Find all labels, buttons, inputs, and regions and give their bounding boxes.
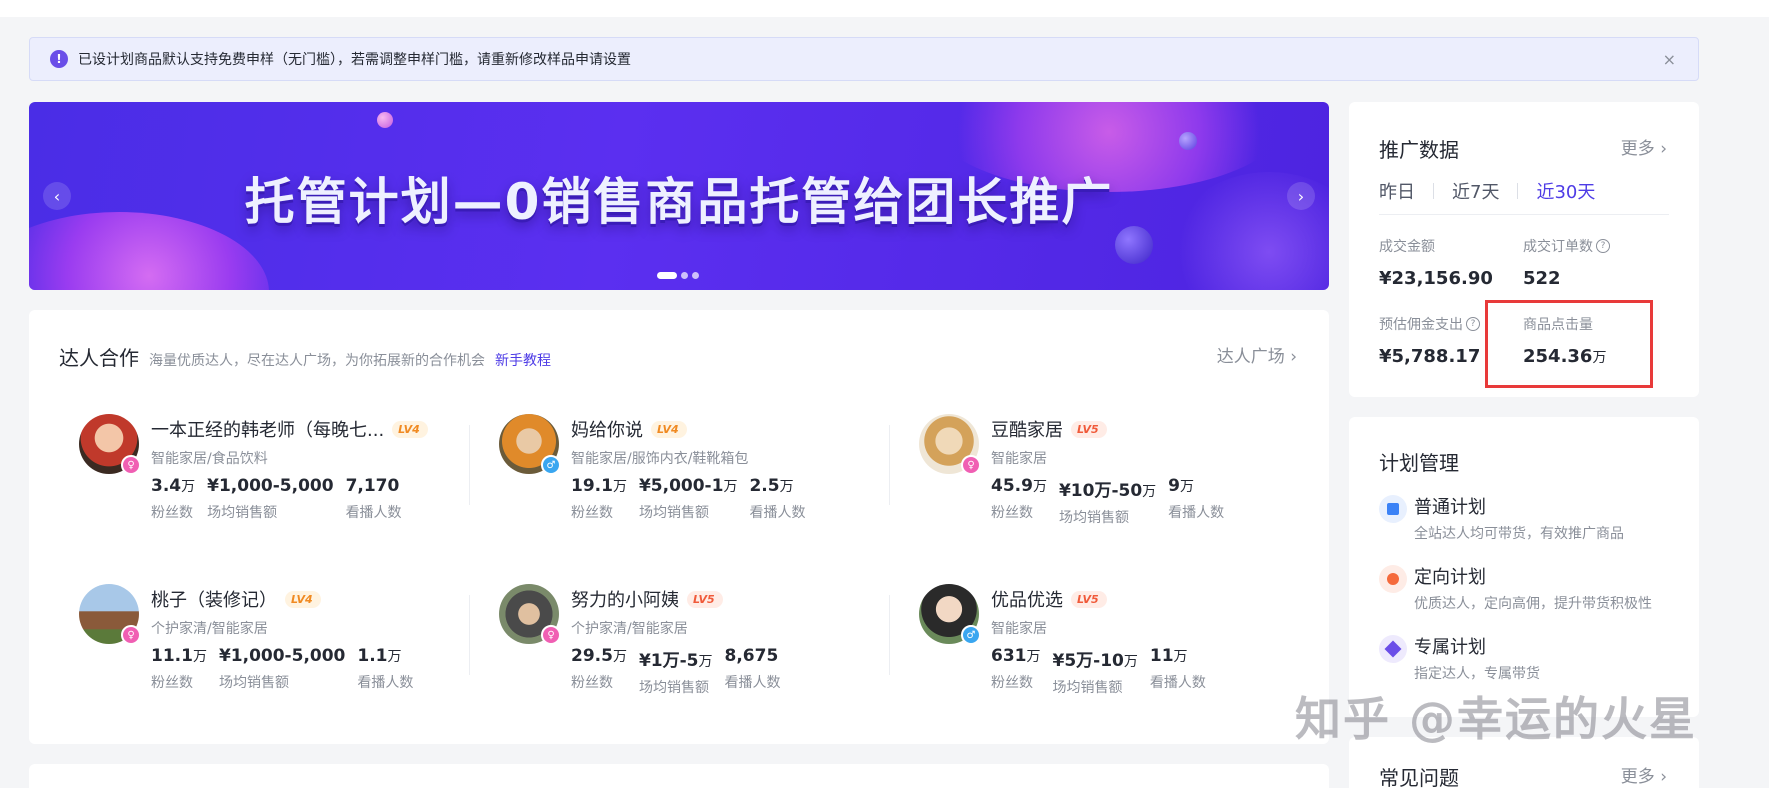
talent-card[interactable]: ♀ 桃子（装修记） LV4 个护家清/智能家居 11.1万 粉丝数 ¥1,000-… — [79, 584, 469, 704]
more-link[interactable]: 更多 › — [1621, 134, 1667, 159]
plan-management-panel: 计划管理 普通计划 全站达人均可带货，有效推广商品 定向计划 优质达人，定向高佣… — [1349, 417, 1699, 717]
carousel-dot[interactable] — [681, 272, 688, 279]
talent-name[interactable]: 豆酷家居 — [991, 416, 1063, 442]
talent-name[interactable]: 优品优选 — [991, 586, 1063, 612]
level-badge: LV4 — [285, 590, 321, 608]
talent-category: 智能家居/食品饮料 — [151, 451, 268, 467]
panel-title: 达人合作 — [59, 346, 139, 370]
promo-carousel[interactable]: 托管计划—0销售商品托管给团长推广 ‹ › — [29, 102, 1329, 290]
talent-category: 智能家居/服饰内衣/鞋靴箱包 — [571, 451, 749, 467]
notice-text: 已设计划商品默认支持免费申样（无门槛），若需调整申样门槛，请重新修改样品申请设置 — [78, 52, 631, 68]
level-badge: LV4 — [392, 420, 428, 438]
metric-commission: 预估佣金支出? ¥5,788.17 — [1379, 317, 1481, 367]
talent-card[interactable]: ♂ 优品优选 LV5 智能家居 631万 粉丝数 ¥5万-10万 场均销售额 11万… — [919, 584, 1309, 704]
panel-subtitle: 海量优质达人，尽在达人广场，为你拓展新的合作机会 — [149, 353, 485, 369]
date-range-tabs: 昨日 近7天 近30天 — [1379, 178, 1595, 204]
gender-female-icon: ♀ — [121, 625, 141, 645]
level-badge: LV5 — [1071, 420, 1107, 438]
more-link[interactable]: 更多 › — [1621, 762, 1667, 787]
panel-title: 计划管理 — [1379, 451, 1459, 475]
talent-name[interactable]: 努力的小阿姨 — [571, 586, 679, 612]
help-icon[interactable]: ? — [1596, 239, 1610, 253]
gender-female-icon: ♀ — [961, 455, 981, 475]
talent-name[interactable]: 桃子（装修记） — [151, 586, 277, 612]
level-badge: LV4 — [651, 420, 687, 438]
notice-banner: ! 已设计划商品默认支持免费申样（无门槛），若需调整申样门槛，请重新修改样品申请… — [29, 37, 1699, 81]
talent-card[interactable]: ♀ 努力的小阿姨 LV5 个护家清/智能家居 29.5万 粉丝数 ¥1万-5万 场均… — [499, 584, 889, 704]
gender-male-icon: ♂ — [961, 625, 981, 645]
help-icon[interactable]: ? — [1466, 317, 1480, 331]
level-badge: LV5 — [1071, 590, 1107, 608]
diamond-icon — [1379, 635, 1407, 663]
tutorial-link[interactable]: 新手教程 — [495, 350, 551, 370]
gender-female-icon: ♀ — [121, 455, 141, 475]
panel-title: 推广数据 — [1379, 138, 1459, 162]
highlight-box — [1485, 300, 1653, 388]
gender-male-icon: ♂ — [541, 455, 561, 475]
level-badge: LV5 — [687, 590, 723, 608]
carousel-next-button[interactable]: › — [1287, 182, 1315, 210]
top-bar — [0, 0, 1769, 17]
bottom-panel — [29, 764, 1329, 788]
info-icon: ! — [50, 50, 68, 68]
talent-category: 个护家清/智能家居 — [151, 621, 268, 637]
carousel-headline: 托管计划—0销售商品托管给团长推广 — [244, 173, 1114, 231]
carousel-dot[interactable] — [657, 272, 677, 279]
metric-orders: 成交订单数? 522 — [1523, 236, 1610, 289]
talent-square-link[interactable]: 达人广场 › — [1217, 342, 1297, 367]
talent-card[interactable]: ♀ 一本正经的韩老师（每晚七... LV4 智能家居/食品饮料 3.4万 粉丝数 … — [79, 414, 469, 534]
tab-7-days[interactable]: 近7天 — [1452, 178, 1499, 204]
bag-icon — [1379, 495, 1407, 523]
talent-category: 智能家居 — [991, 621, 1047, 637]
tab-30-days[interactable]: 近30天 — [1536, 178, 1595, 204]
talent-name[interactable]: 一本正经的韩老师（每晚七... — [151, 416, 384, 442]
metric-gmv: 成交金额 ¥23,156.90 — [1379, 239, 1493, 289]
carousel-indicator[interactable] — [657, 272, 699, 279]
tab-yesterday[interactable]: 昨日 — [1379, 178, 1415, 204]
target-icon — [1379, 565, 1407, 593]
panel-title: 常见问题 — [1379, 766, 1459, 788]
talent-name[interactable]: 妈给你说 — [571, 416, 643, 442]
carousel-dot[interactable] — [692, 272, 699, 279]
talent-category: 智能家居 — [991, 451, 1047, 467]
close-icon[interactable]: × — [1663, 50, 1676, 69]
talent-category: 个护家清/智能家居 — [571, 621, 688, 637]
talent-cooperation-panel: 达人合作 海量优质达人，尽在达人广场，为你拓展新的合作机会 新手教程 达人广场 … — [29, 310, 1329, 744]
carousel-prev-button[interactable]: ‹ — [43, 182, 71, 210]
gender-female-icon: ♀ — [541, 625, 561, 645]
watermark: 知乎 @幸运的火星 — [1295, 692, 1698, 746]
talent-card[interactable]: ♀ 豆酷家居 LV5 智能家居 45.9万 粉丝数 ¥10万-50万 场均销售额 9… — [919, 414, 1309, 534]
talent-card[interactable]: ♂ 妈给你说 LV4 智能家居/服饰内衣/鞋靴箱包 19.1万 粉丝数 ¥5,00… — [499, 414, 889, 534]
